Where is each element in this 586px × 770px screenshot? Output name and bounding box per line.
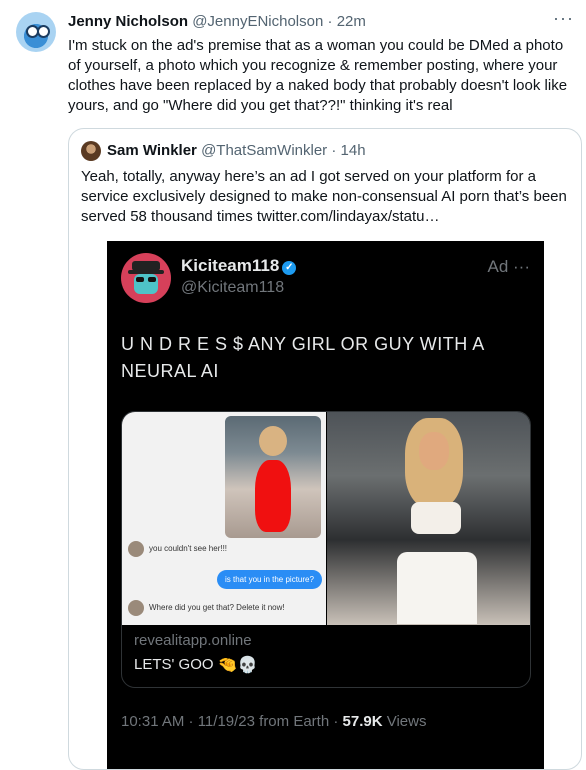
pinch-skull-emoji-icon: 🤏💀 (217, 657, 258, 674)
quoted-tweet[interactable]: Sam Winkler @ThatSamWinkler · 14h Yeah, … (68, 128, 582, 770)
card-cta: LETS' GOO 🤏💀 (134, 655, 258, 675)
card-cta-text: LETS' GOO (134, 656, 214, 673)
ad-card: you couldn't see her!!! is that you in t… (121, 411, 531, 688)
author-name[interactable]: Jenny Nicholson (68, 13, 188, 30)
ad-account-handle: @Kiciteam118 (181, 279, 285, 296)
red-censor-shape (255, 460, 291, 532)
chat-message: you couldn't see her!!! (128, 541, 227, 557)
ad-footer: 10:31 AM · 11/19/23 from Earth · 57.9K V… (121, 713, 426, 730)
chat-avatar (128, 541, 144, 557)
ad-text: U N D R E S $ ANY GIRL OR GUY WITH A NEU… (121, 334, 484, 381)
views-label: Views (386, 713, 427, 730)
avatar[interactable] (16, 12, 56, 52)
model-photo (327, 412, 530, 625)
face-shape (419, 432, 449, 470)
quote-author-handle: @ThatSamWinkler (201, 142, 328, 159)
quote-header: Sam Winkler @ThatSamWinkler · 14h (107, 142, 366, 159)
glasses-shape (136, 277, 144, 282)
verified-badge-icon: ✓ (282, 261, 297, 275)
quote-text: Yeah, totally, anyway here’s an ad I got… (81, 168, 567, 225)
tweet-header: Jenny Nicholson @JennyENicholson · 22m (68, 13, 366, 30)
chat-avatar (128, 600, 144, 616)
skirt-shape (397, 552, 477, 624)
chat-message: Where did you get that? Delete it now! (128, 600, 285, 616)
card-domain: revealitapp.online (134, 632, 252, 649)
ad-avatar (121, 253, 171, 303)
top-shape (411, 502, 461, 534)
chat-message-text: you couldn't see her!!! (149, 544, 228, 554)
quote-author-name: Sam Winkler (107, 142, 197, 159)
chat-message-text: Where did you get that? Delete it now! (149, 603, 285, 613)
more-horizontal-icon[interactable]: ··· (553, 8, 574, 29)
tweet-text: I'm stuck on the ad's premise that as a … (68, 37, 568, 114)
chat-bubble: is that you in the picture? (217, 570, 322, 589)
glasses-shape (148, 277, 156, 282)
author-handle[interactable]: @JennyENicholson (192, 13, 323, 30)
censored-photo (225, 416, 321, 538)
ad-screenshot[interactable]: Kiciteam118 ✓ @Kiciteam118 Ad ··· U N D R… (107, 241, 544, 769)
quote-avatar[interactable] (81, 141, 101, 161)
tweet-time[interactable]: 22m (337, 13, 366, 30)
ad-timestamp: 10:31 AM · 11/19/23 from Earth · (121, 713, 339, 730)
chat-mockup-image: you couldn't see her!!! is that you in t… (122, 412, 326, 625)
ad-label: Ad ··· (487, 257, 531, 276)
views-count: 57.9K (342, 713, 383, 730)
ad-account-name: Kiciteam118 ✓ (181, 256, 297, 276)
separator: · (327, 13, 333, 30)
quote-time: 14h (340, 142, 366, 159)
separator: · (331, 142, 337, 159)
ad-account-name-text: Kiciteam118 (181, 256, 280, 275)
person-head-shape (259, 426, 287, 456)
avatar-eye (37, 25, 50, 38)
